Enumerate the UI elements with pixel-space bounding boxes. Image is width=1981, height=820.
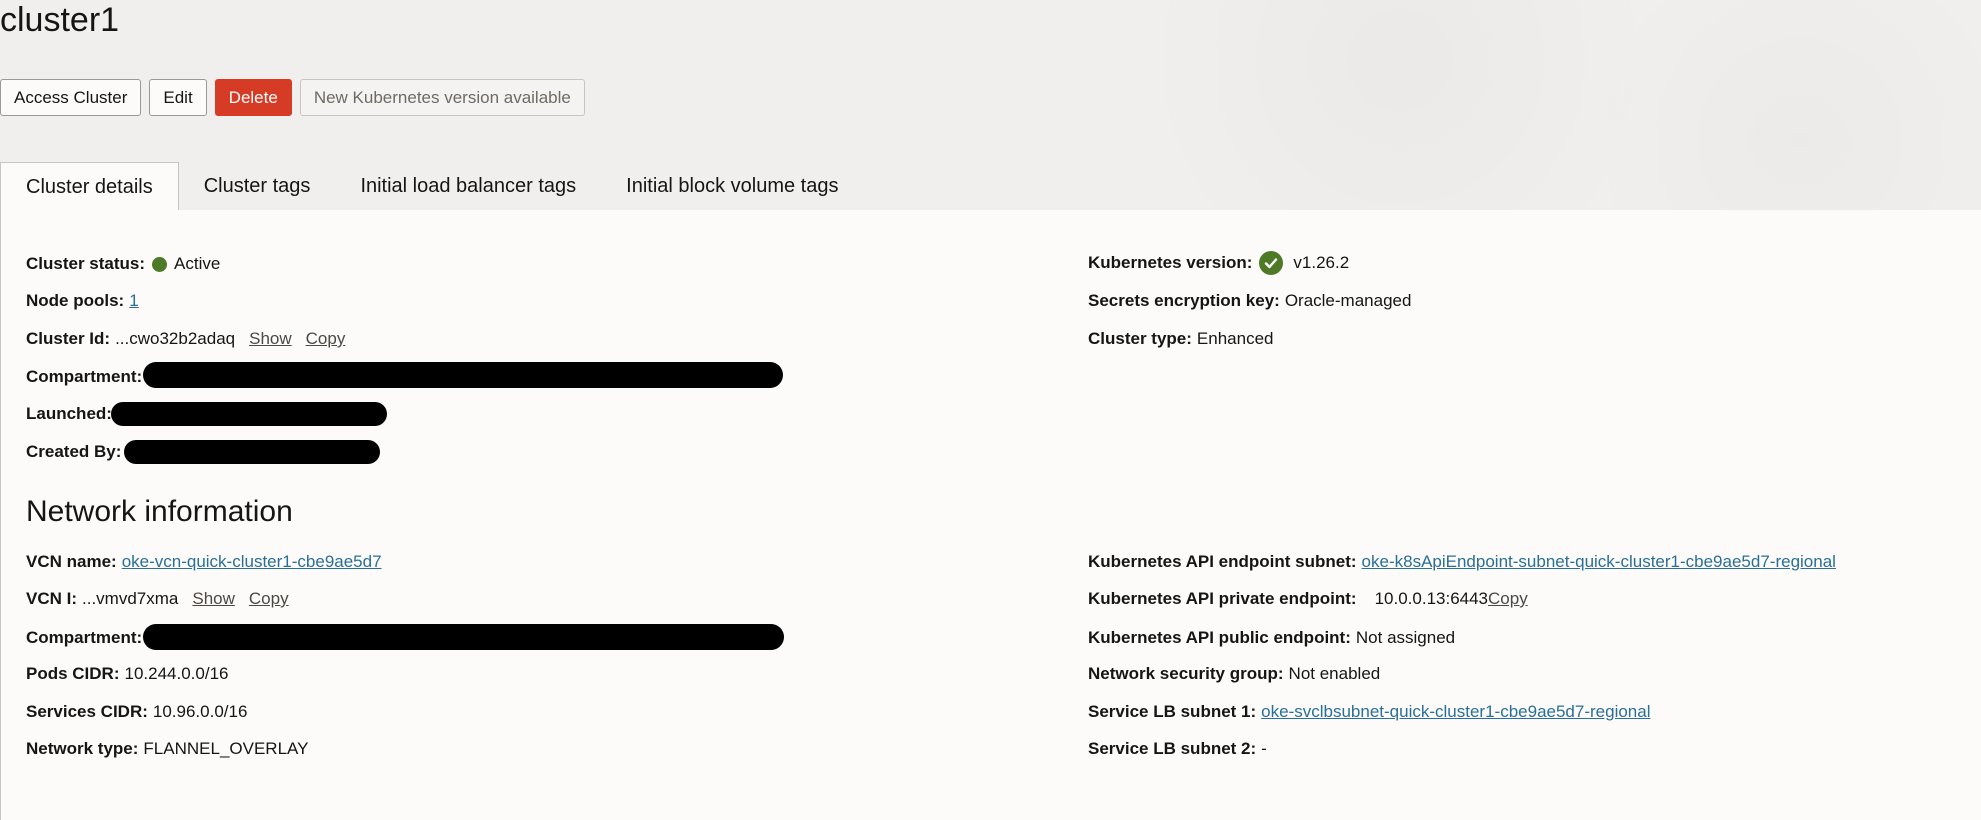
api-public-endpoint-label: Kubernetes API public endpoint: (1088, 628, 1351, 647)
service-lb-subnet-2-label: Service LB subnet 2: (1088, 739, 1257, 758)
redaction-mark (111, 402, 387, 426)
pods-cidr-value: 10.244.0.0/16 (124, 664, 229, 683)
pods-cidr-field: Pods CIDR: 10.244.0.0/16 (26, 663, 228, 685)
compartment-field: Compartment: (26, 366, 147, 388)
api-endpoint-subnet-label: Kubernetes API endpoint subnet: (1088, 552, 1357, 571)
cluster-status-field: Cluster status: Active (26, 253, 220, 275)
network-type-label: Network type: (26, 739, 139, 758)
service-lb-subnet-2-field: Service LB subnet 2: - (1088, 738, 1267, 760)
launched-field: Launched: (26, 403, 117, 425)
secrets-key-field: Secrets encryption key: Oracle-managed (1088, 290, 1411, 312)
node-pools-link[interactable]: 1 (129, 290, 138, 312)
new-kubernetes-version-button[interactable]: New Kubernetes version available (299, 79, 585, 116)
network-security-group-label: Network security group: (1088, 664, 1284, 683)
cluster-id-show-link[interactable]: Show (249, 328, 292, 350)
cluster-id-value: ...cwo32b2adaq (115, 329, 236, 348)
api-public-endpoint-value: Not assigned (1355, 628, 1456, 647)
active-status-icon (152, 256, 168, 272)
page-header: cluster1 Access Cluster Edit Delete New … (0, 0, 1981, 212)
api-private-endpoint-copy-link[interactable]: Copy (1488, 588, 1528, 610)
created-by-field: Created By: (26, 441, 126, 463)
services-cidr-field: Services CIDR: 10.96.0.0/16 (26, 701, 247, 723)
checkmark-icon (1259, 251, 1284, 275)
vcn-id-value: ...vmvd7xma (82, 589, 179, 608)
services-cidr-value: 10.96.0.0/16 (152, 702, 248, 721)
launched-label: Launched: (26, 404, 112, 423)
cluster-id-copy-link[interactable]: Copy (306, 328, 346, 350)
api-private-endpoint-field: Kubernetes API private endpoint: 10.0.0.… (1088, 588, 1528, 610)
network-security-group-field: Network security group: Not enabled (1088, 663, 1380, 685)
vcn-id-label: VCN I: (26, 589, 77, 608)
compartment-label: Compartment: (26, 367, 143, 386)
tab-initial-block-volume-tags[interactable]: Initial block volume tags (601, 162, 863, 211)
api-endpoint-subnet-field: Kubernetes API endpoint subnet: oke-k8sA… (1088, 551, 1836, 573)
cluster-type-value: Enhanced (1196, 329, 1274, 348)
service-lb-subnet-2-value: - (1261, 739, 1267, 758)
network-security-group-value: Not enabled (1288, 664, 1381, 683)
kubernetes-version-field: Kubernetes version: v1.26.2 (1088, 251, 1349, 275)
vcn-id-show-link[interactable]: Show (192, 588, 235, 610)
service-lb-subnet-1-label: Service LB subnet 1: (1088, 702, 1257, 721)
tab-cluster-tags[interactable]: Cluster tags (179, 162, 336, 211)
edit-button[interactable]: Edit (149, 79, 207, 116)
kubernetes-version-value: v1.26.2 (1293, 253, 1350, 272)
tab-bar: Cluster details Cluster tags Initial loa… (0, 162, 863, 212)
node-pools-label: Node pools: (26, 291, 125, 310)
vcn-id-field: VCN I: ...vmvd7xma Show Copy (26, 588, 289, 610)
action-toolbar: Access Cluster Edit Delete New Kubernete… (0, 79, 585, 116)
created-by-label: Created By: (26, 442, 122, 461)
api-private-endpoint-value: 10.0.0.13:6443 (1374, 589, 1489, 608)
network-type-value: FLANNEL_OVERLAY (143, 739, 309, 758)
node-pools-field: Node pools: 1 (26, 290, 139, 312)
cluster-status-value: Active (174, 254, 221, 273)
vcn-name-link[interactable]: oke-vcn-quick-cluster1-cbe9ae5d7 (122, 551, 382, 573)
secrets-key-value: Oracle-managed (1284, 291, 1412, 310)
api-private-endpoint-label: Kubernetes API private endpoint: (1088, 589, 1357, 608)
service-lb-subnet-1-field: Service LB subnet 1: oke-svclbsubnet-qui… (1088, 701, 1651, 723)
vcn-name-field: VCN name: oke-vcn-quick-cluster1-cbe9ae5… (26, 551, 382, 573)
cluster-type-label: Cluster type: (1088, 329, 1192, 348)
api-endpoint-subnet-link[interactable]: oke-k8sApiEndpoint-subnet-quick-cluster1… (1362, 551, 1836, 573)
redaction-mark (124, 440, 380, 464)
api-public-endpoint-field: Kubernetes API public endpoint: Not assi… (1088, 627, 1455, 649)
pods-cidr-label: Pods CIDR: (26, 664, 120, 683)
redaction-mark (143, 624, 784, 650)
service-lb-subnet-1-link[interactable]: oke-svclbsubnet-quick-cluster1-cbe9ae5d7… (1261, 701, 1650, 723)
cluster-id-label: Cluster Id: (26, 329, 111, 348)
kubernetes-version-label: Kubernetes version: (1088, 253, 1253, 272)
services-cidr-label: Services CIDR: (26, 702, 148, 721)
tab-initial-load-balancer-tags[interactable]: Initial load balancer tags (335, 162, 601, 211)
vcn-name-label: VCN name: (26, 552, 117, 571)
secrets-key-label: Secrets encryption key: (1088, 291, 1280, 310)
cluster-details-panel (0, 210, 1981, 820)
access-cluster-button[interactable]: Access Cluster (0, 79, 142, 116)
cluster-id-field: Cluster Id: ...cwo32b2adaq Show Copy (26, 328, 345, 350)
page-title: cluster1 (0, 1, 120, 39)
redaction-mark (143, 362, 783, 388)
tab-cluster-details[interactable]: Cluster details (0, 162, 179, 212)
cluster-status-label: Cluster status: (26, 254, 146, 273)
delete-button[interactable]: Delete (214, 79, 292, 116)
network-information-heading: Network information (26, 495, 293, 528)
cluster-type-field: Cluster type: Enhanced (1088, 328, 1274, 350)
network-compartment-field: Compartment: (26, 627, 147, 649)
vcn-id-copy-link[interactable]: Copy (249, 588, 289, 610)
network-type-field: Network type: FLANNEL_OVERLAY (26, 738, 308, 760)
network-compartment-label: Compartment: (26, 628, 143, 647)
